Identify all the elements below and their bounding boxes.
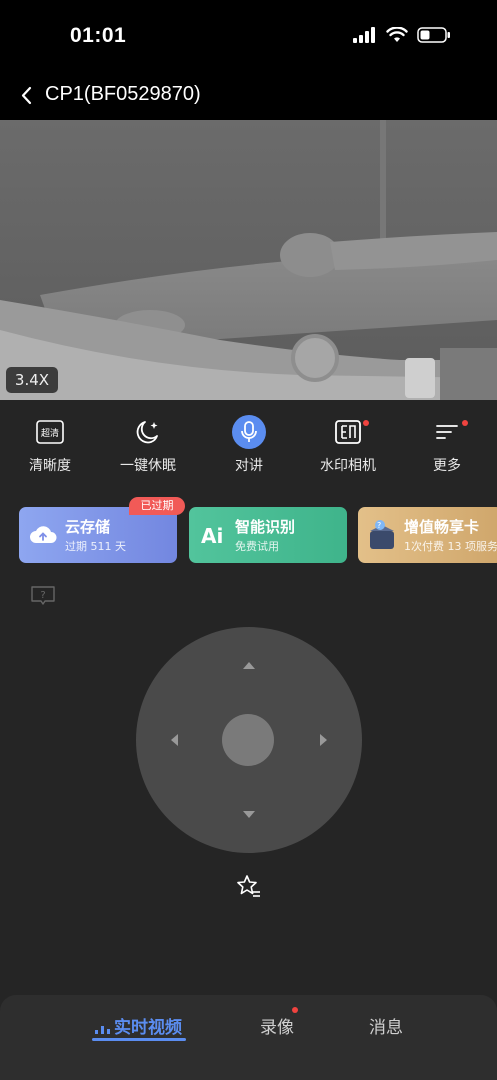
hd-icon: 超清 [36, 420, 64, 444]
notification-dot [462, 420, 468, 426]
camera-night-vision-image [0, 120, 497, 400]
zoom-level-badge: 3.4X [6, 367, 58, 393]
svg-text:?: ? [377, 521, 381, 530]
expired-badge: 已过期 [129, 497, 185, 515]
gift-box-icon: ? [370, 520, 394, 549]
smart-recognition-card[interactable]: Ai 智能识别 免费试用 [189, 507, 347, 563]
help-button[interactable]: ? [30, 585, 56, 607]
microphone-icon [232, 415, 266, 449]
arrow-right-icon [320, 734, 327, 746]
cloud-storage-subtitle: 过期 511 天 [65, 540, 126, 553]
chevron-left-icon [21, 86, 32, 105]
pan-up-button[interactable] [239, 655, 259, 675]
notification-dot [292, 1007, 298, 1013]
page-title: CP1(BF0529870) [45, 83, 201, 105]
sleep-label: 一键休眠 [120, 458, 176, 474]
intercom-label: 对讲 [235, 458, 263, 474]
intercom-button[interactable]: 对讲 [201, 415, 297, 475]
smart-recognition-title: 智能识别 [235, 518, 296, 536]
svg-text:?: ? [40, 590, 45, 601]
cloud-upload-icon [30, 526, 57, 543]
more-menu-icon [436, 425, 458, 439]
value-pass-subtitle: 1次付费 13 项服务 [404, 540, 497, 553]
control-toolbar: 超清 清晰度 一键休眠 对讲 水印相机 更多 [0, 405, 497, 485]
ai-icon: Ai [201, 524, 223, 548]
active-tab-indicator [92, 1038, 186, 1041]
sleep-button[interactable]: 一键休眠 [100, 417, 196, 475]
wifi-icon [386, 27, 408, 42]
watermark-camera-button[interactable]: 水印相机 [300, 417, 396, 475]
title-bar: CP1(BF0529870) [0, 74, 497, 120]
watermark-camera-icon [335, 420, 361, 444]
joystick-center-knob[interactable] [222, 714, 274, 766]
help-bubble-icon: ? [31, 586, 55, 605]
moon-sleep-icon [136, 421, 158, 444]
service-cards: 云存储 过期 511 天 已过期 Ai 智能识别 免费试用 ? 增值畅享卡 1次… [0, 497, 497, 565]
pan-left-button[interactable] [165, 730, 185, 750]
status-bar: 01:01 [0, 0, 497, 74]
value-pass-card[interactable]: ? 增值畅享卡 1次付费 13 项服务 [358, 507, 497, 563]
status-icons [353, 27, 451, 43]
more-label: 更多 [433, 458, 461, 474]
resolution-button[interactable]: 超清 清晰度 [2, 417, 98, 475]
value-pass-title: 增值畅享卡 [404, 518, 480, 536]
pan-down-button[interactable] [239, 805, 259, 825]
live-video-feed[interactable]: 3.4X [0, 120, 497, 400]
cellular-signal-icon [353, 27, 375, 43]
svg-text:Ai: Ai [201, 524, 223, 548]
tab-messages-label: 消息 [369, 1018, 403, 1038]
preset-favorites-button[interactable] [236, 874, 262, 900]
tab-live-video-label: 实时视频 [114, 1018, 182, 1038]
hd-icon-text: 超清 [41, 427, 59, 439]
arrow-left-icon [171, 734, 178, 746]
tab-messages[interactable]: 消息 [369, 1013, 403, 1038]
cloud-storage-title: 云存储 [65, 518, 111, 536]
tab-recordings[interactable]: 录像 [260, 1007, 298, 1038]
live-bars-icon [95, 1026, 110, 1034]
bottom-navigation: 实时视频 录像 消息 [0, 995, 497, 1080]
smart-recognition-subtitle: 免费试用 [235, 540, 279, 553]
back-button[interactable] [16, 82, 38, 110]
resolution-label: 清晰度 [29, 458, 71, 474]
arrow-down-icon [243, 811, 255, 818]
tab-recordings-label: 录像 [260, 1018, 294, 1038]
more-button[interactable]: 更多 [399, 417, 495, 475]
tab-live-video[interactable]: 实时视频 [94, 1013, 182, 1038]
notification-dot [363, 420, 369, 426]
battery-icon [417, 27, 450, 43]
watermark-camera-label: 水印相机 [320, 458, 376, 474]
pan-right-button[interactable] [313, 730, 333, 750]
status-time: 01:01 [70, 24, 127, 47]
cloud-storage-card[interactable]: 云存储 过期 511 天 [19, 507, 177, 563]
star-list-icon [237, 875, 260, 897]
arrow-up-icon [243, 662, 255, 669]
